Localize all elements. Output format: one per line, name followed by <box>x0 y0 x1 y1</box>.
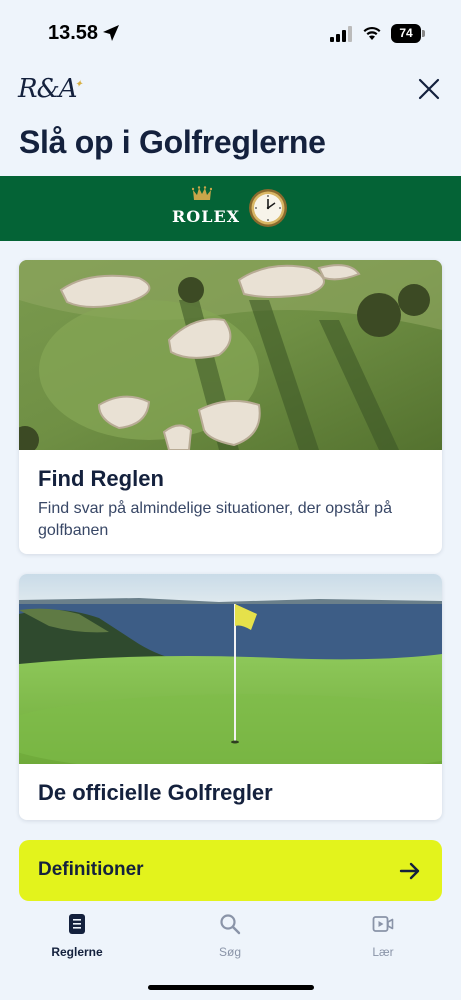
tab-search[interactable]: Søg <box>180 913 280 959</box>
clock-icon <box>249 189 287 227</box>
tab-label: Søg <box>218 945 241 959</box>
status-time: 13.58 <box>48 22 99 44</box>
definitions-button[interactable]: Definitioner <box>19 840 442 901</box>
tab-label: Lær <box>372 945 394 959</box>
battery-icon: 74 <box>391 24 425 43</box>
battery-level: 74 <box>391 24 421 43</box>
close-icon[interactable] <box>414 74 444 104</box>
home-indicator[interactable] <box>148 985 314 990</box>
wifi-icon <box>363 26 381 40</box>
definitions-label: Definitioner <box>38 859 144 880</box>
card-title: Find Reglen <box>38 466 164 491</box>
status-bar: 13.58 74 <box>0 0 461 64</box>
golf-green-flag-image <box>19 574 442 764</box>
golf-course-aerial-image <box>19 260 442 450</box>
location-arrow-icon <box>103 25 119 41</box>
card-description: Find svar på almindelige situationer, de… <box>38 500 392 539</box>
arrow-right-icon <box>399 862 420 880</box>
card-title: De officielle Golfregler <box>38 780 273 805</box>
sponsor-name: ROLEX <box>172 207 241 226</box>
signal-icon <box>330 26 352 42</box>
tab-label: Reglerne <box>51 945 103 959</box>
ra-logo: R&A✦ <box>18 74 83 104</box>
page-title: Slå op i Golfreglerne <box>19 124 326 160</box>
book-icon <box>69 914 85 934</box>
rolex-crown-icon <box>192 186 212 200</box>
tab-learn[interactable]: Lær <box>333 913 433 959</box>
video-icon <box>372 916 394 932</box>
search-icon <box>220 914 241 935</box>
tab-rules[interactable]: Reglerne <box>27 913 127 959</box>
find-rule-card[interactable]: Find Reglen Find svar på almindelige sit… <box>19 260 442 554</box>
official-rules-card[interactable]: De officielle Golfregler <box>19 574 442 820</box>
